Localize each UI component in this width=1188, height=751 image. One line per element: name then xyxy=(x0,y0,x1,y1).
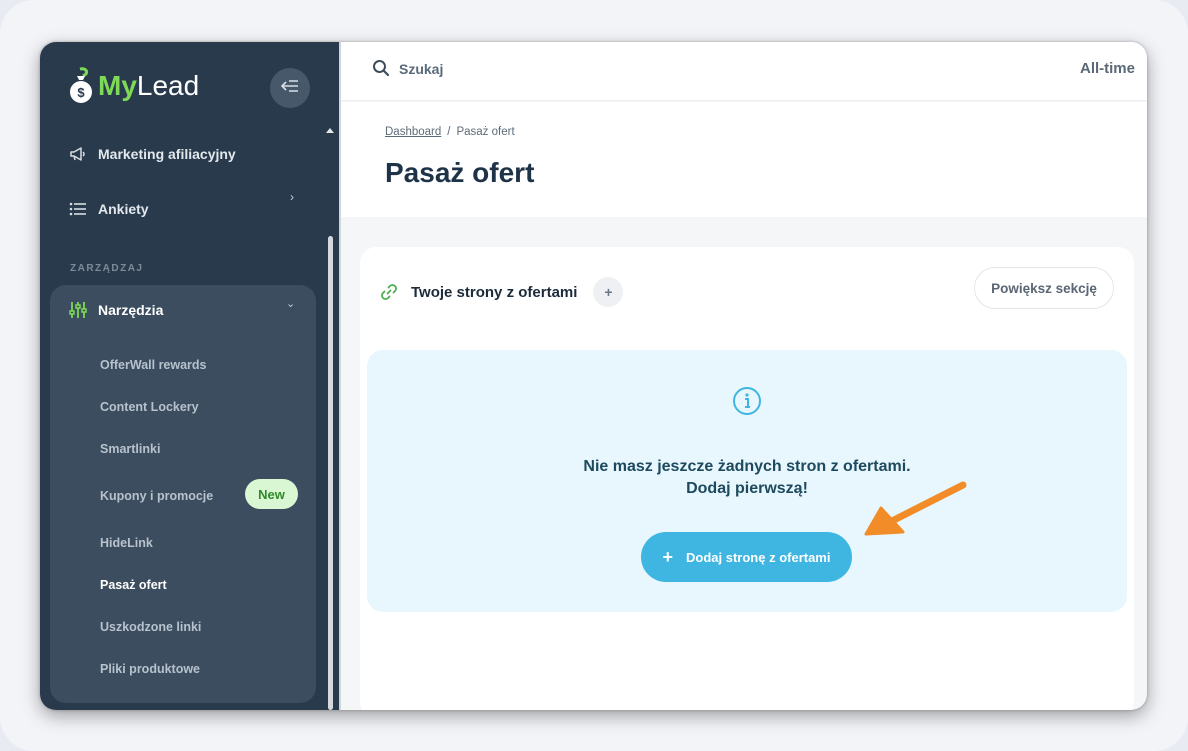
app-window: $ MyLead Marketing afiliacyjny › Ankiety… xyxy=(40,42,1147,710)
tools-label: Narzędzia xyxy=(98,302,164,318)
search-icon xyxy=(372,59,390,82)
section-label-manage: ZARZĄDZAJ xyxy=(70,263,144,274)
sidebar-subitem-kupony[interactable]: Kupony i promocje xyxy=(100,489,213,503)
collapse-icon xyxy=(280,79,299,98)
sidebar-item-label: Marketing afiliacyjny xyxy=(98,146,236,162)
topbar: All-time xyxy=(341,42,1147,101)
info-icon xyxy=(732,386,762,416)
sidebar-scrollbar[interactable] xyxy=(328,236,333,710)
breadcrumb-dashboard-link[interactable]: Dashboard xyxy=(385,126,441,138)
sidebar-subitem-content-lockery[interactable]: Content Lockery xyxy=(100,400,199,414)
chevron-down-icon[interactable]: ⌄ xyxy=(286,297,295,310)
megaphone-icon xyxy=(68,144,88,164)
sidebar-item-marketing[interactable]: Marketing afiliacyjny xyxy=(68,144,236,164)
sidebar-subitem-uszkodzone-linki[interactable]: Uszkodzone linki xyxy=(100,620,201,634)
offer-pages-card: Twoje strony z ofertami + Powiększ sekcj… xyxy=(360,247,1134,710)
page-title: Pasaż ofert xyxy=(385,157,535,188)
sidebar: $ MyLead Marketing afiliacyjny › Ankiety… xyxy=(40,42,340,710)
link-icon xyxy=(380,283,398,301)
logo-text-lead: Lead xyxy=(136,70,200,101)
breadcrumb: Dashboard / Pasaż ofert xyxy=(385,126,515,138)
empty-state-cta-text: Dodaj pierwszą! xyxy=(686,480,808,497)
sidebar-subitem-smartlinki[interactable]: Smartlinki xyxy=(100,442,160,456)
breadcrumb-separator: / xyxy=(447,126,451,138)
empty-state-message: Nie masz jeszcze żadnych stron z ofertam… xyxy=(583,458,911,475)
sliders-icon xyxy=(68,300,88,320)
add-offer-page-button[interactable]: + Dodaj stronę z ofertami xyxy=(641,532,852,582)
empty-state: Nie masz jeszcze żadnych stron z ofertam… xyxy=(367,350,1127,612)
chevron-right-icon: › xyxy=(290,190,294,204)
new-badge: New xyxy=(245,479,298,509)
sidebar-subitem-hidelink[interactable]: HideLink xyxy=(100,536,153,550)
logo[interactable]: $ MyLead xyxy=(68,66,199,106)
annotation-arrow-icon xyxy=(862,478,972,545)
logo-text-my: My xyxy=(98,70,137,101)
breadcrumb-current: Pasaż ofert xyxy=(456,126,515,138)
date-range-selector[interactable]: All-time xyxy=(1080,60,1135,77)
page-header: Dashboard / Pasaż ofert Pasaż ofert xyxy=(341,102,1147,217)
sidebar-subitem-offerwall[interactable]: OfferWall rewards xyxy=(100,358,207,372)
svg-text:$: $ xyxy=(77,85,85,100)
collapse-sidebar-button[interactable] xyxy=(270,68,310,108)
card-title: Twoje strony z ofertami xyxy=(411,283,578,301)
plus-icon: + xyxy=(662,547,674,567)
list-icon xyxy=(68,199,88,219)
add-offer-page-button-label: Dodaj stronę z ofertami xyxy=(686,549,831,565)
sidebar-subitem-pasaz-ofert[interactable]: Pasaż ofert xyxy=(100,578,167,592)
tools-panel: Narzędzia ⌄ OfferWall rewards Content Lo… xyxy=(50,285,316,703)
sidebar-item-label: Ankiety xyxy=(98,201,149,217)
money-bag-icon: $ xyxy=(68,67,94,105)
sidebar-item-tools[interactable]: Narzędzia xyxy=(68,300,163,320)
add-offer-page-small-button[interactable]: + xyxy=(593,277,624,307)
scroll-up-arrow[interactable] xyxy=(326,128,334,133)
card-header: Twoje strony z ofertami + xyxy=(380,277,624,307)
search-input[interactable] xyxy=(399,56,699,82)
enlarge-section-button[interactable]: Powiększ sekcję xyxy=(974,267,1114,309)
sidebar-item-ankiety[interactable]: Ankiety xyxy=(68,199,149,219)
sidebar-subitem-pliki-produktowe[interactable]: Pliki produktowe xyxy=(100,662,200,676)
